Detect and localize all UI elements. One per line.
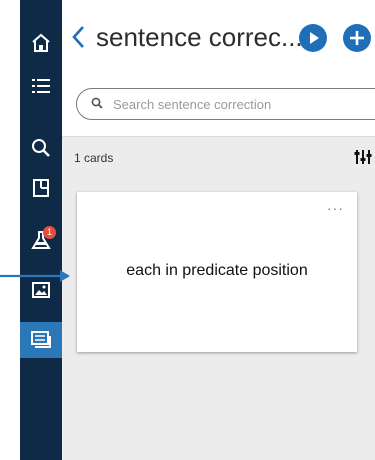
play-button[interactable] [299,24,327,52]
search-icon [32,139,50,157]
pointer-arrow-icon [0,270,70,282]
notification-badge: 1 [43,226,56,239]
flashcard[interactable]: ··· each in predicate position [77,192,357,352]
back-chevron-icon[interactable] [70,24,86,50]
sidebar-item-search[interactable] [20,130,62,166]
left-margin [0,0,20,460]
card-count-row: 1 cards [62,137,375,177]
list-icon [32,79,50,93]
play-icon [310,32,319,44]
search-icon [91,97,103,109]
page-title: sentence correc... [96,22,303,52]
card-count: 1 cards [74,151,114,165]
main-panel: sentence correc... 1 cards [62,0,375,460]
sidebar-item-deck[interactable] [20,170,62,206]
sidebar-item-home[interactable] [20,25,62,61]
sidebar-item-cards[interactable] [20,322,62,358]
sidebar-item-lab[interactable]: 1 [20,222,62,258]
cards-icon [31,331,51,348]
header: sentence correc... [62,0,375,80]
deck-icon [33,179,49,197]
home-icon [32,33,50,52]
search-input[interactable] [111,93,375,115]
search-box[interactable] [76,88,375,120]
card-menu-button[interactable]: ··· [327,200,344,216]
sidebar-item-list[interactable] [20,68,62,104]
card-front-text: each in predicate position [126,262,308,279]
sort-filter-icon[interactable] [354,149,375,165]
sidebar: 1 [20,0,62,460]
plus-icon [350,31,364,45]
add-card-button[interactable] [343,24,371,52]
search-bar [62,80,375,137]
